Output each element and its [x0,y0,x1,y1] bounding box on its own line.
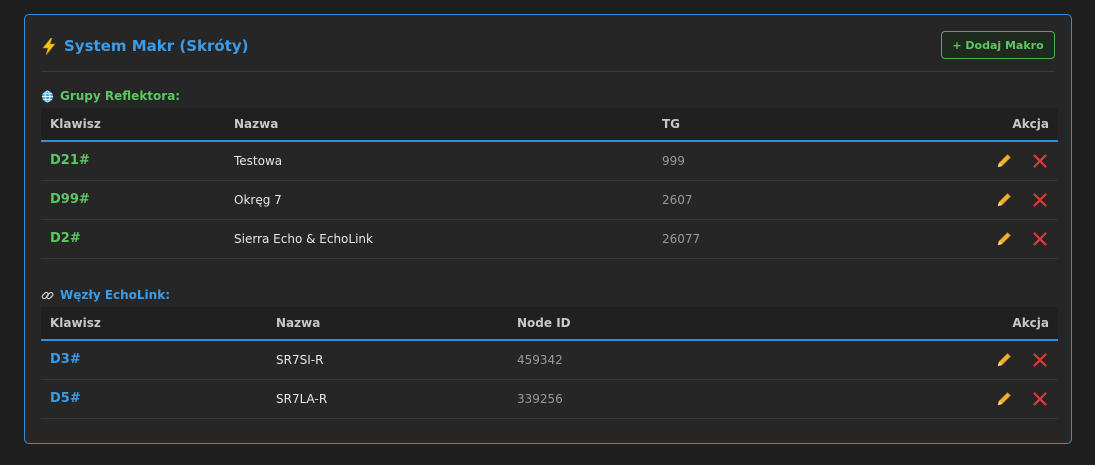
macro-name: SR7SI-R [267,340,508,380]
row-actions [953,340,1058,380]
macro-tg: 26077 [653,219,953,259]
add-macro-button[interactable]: + Dodaj Makro [941,31,1055,59]
delete-x-icon[interactable] [1031,152,1049,170]
delete-x-icon[interactable] [1031,390,1049,408]
column-header-key: Klawisz [41,108,225,142]
globe-icon [41,90,54,102]
delete-x-icon[interactable] [1031,230,1049,248]
table-row: D3# SR7SI-R 459342 [41,340,1058,380]
column-header-key: Klawisz [41,307,267,341]
table-row: D99# Okręg 7 2607 [41,180,1058,220]
macro-tg: 999 [653,141,953,181]
edit-pencil-icon[interactable] [995,152,1013,170]
table-row: D5# SR7LA-R 339256 [41,379,1058,419]
macro-node-id: 339256 [508,379,953,419]
edit-pencil-icon[interactable] [995,230,1013,248]
macro-tg: 2607 [653,180,953,220]
column-header-node-id: Node ID [508,307,953,341]
panel-title-text: System Makr (Skróty) [64,37,249,55]
reflector-table: Klawisz Nazwa TG Akcja D21# Testowa 999 … [41,108,1058,259]
column-header-tg: TG [653,108,953,142]
row-actions [953,219,1058,259]
echolink-section-label: Węzły EchoLink: [60,288,170,302]
macro-key: D3# [41,340,267,380]
echolink-table-header: Klawisz Nazwa Node ID Akcja [41,307,1058,341]
edit-pencil-icon[interactable] [995,351,1013,369]
macro-key: D99# [41,180,225,220]
panel-title: System Makr (Skróty) [41,37,249,55]
macros-panel: System Makr (Skróty) + Dodaj Makro Grupy… [24,14,1072,444]
macro-key: D2# [41,219,225,259]
panel-header: System Makr (Skróty) + Dodaj Makro [41,31,1055,72]
table-row: D21# Testowa 999 [41,141,1058,181]
echolink-table: Klawisz Nazwa Node ID Akcja D3# SR7SI-R … [41,307,1058,419]
column-header-action: Akcja [953,307,1058,341]
macro-key: D21# [41,141,225,181]
table-row: D2# Sierra Echo & EchoLink 26077 [41,219,1058,259]
column-header-action: Akcja [953,108,1058,142]
edit-pencil-icon[interactable] [995,390,1013,408]
row-actions [953,379,1058,419]
edit-pencil-icon[interactable] [995,191,1013,209]
column-header-name: Nazwa [225,108,653,142]
reflector-section-title: Grupy Reflektora: [41,89,180,103]
link-icon [41,291,54,299]
macro-name: SR7LA-R [267,379,508,419]
macro-name: Testowa [225,141,653,181]
reflector-table-header: Klawisz Nazwa TG Akcja [41,108,1058,142]
macro-key: D5# [41,379,267,419]
echolink-section-title: Węzły EchoLink: [41,288,170,302]
delete-x-icon[interactable] [1031,351,1049,369]
reflector-section-label: Grupy Reflektora: [60,89,181,103]
delete-x-icon[interactable] [1031,191,1049,209]
lightning-icon [42,37,56,55]
column-header-name: Nazwa [267,307,508,341]
macro-name: Okręg 7 [225,180,653,220]
macro-node-id: 459342 [508,340,953,380]
macro-name: Sierra Echo & EchoLink [225,219,653,259]
row-actions [953,180,1058,220]
row-actions [953,141,1058,181]
